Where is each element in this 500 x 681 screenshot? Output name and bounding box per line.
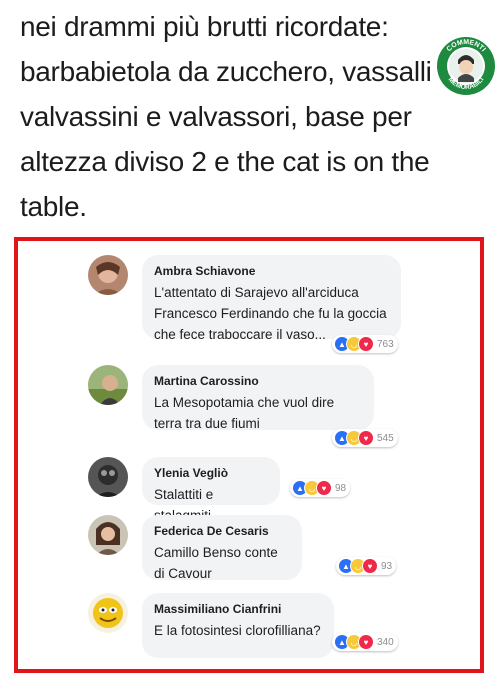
reaction-count: 340 [377, 636, 394, 648]
comment-bubble: Federica De Cesaris Camillo Benso conte … [142, 515, 302, 581]
commenter-name[interactable]: Massimiliano Cianfrini [154, 601, 322, 617]
reaction-count: 93 [381, 560, 393, 572]
reactions-summary[interactable]: ▲ ◡ ♥ 763 [332, 335, 398, 353]
headline-text: nei drammi più brutti ricordate: barbabi… [20, 11, 432, 222]
reaction-count: 545 [377, 432, 394, 444]
love-reaction-icon: ♥ [316, 480, 332, 496]
comments-highlight-frame: Ambra Schiavone L'attentato di Sarajevo … [14, 237, 484, 673]
avatar[interactable] [88, 365, 128, 405]
comment-bubble: Ylenia Vegliò Stalattiti e stalagmiti [142, 457, 280, 523]
avatar[interactable] [88, 457, 128, 497]
comment-text: E la fotosintesi clorofilliana? [154, 623, 321, 638]
love-reaction-icon: ♥ [358, 634, 374, 650]
love-reaction-icon: ♥ [362, 558, 378, 574]
commenter-name[interactable]: Ambra Schiavone [154, 263, 389, 279]
comment-bubble: Ambra Schiavone L'attentato di Sarajevo … [142, 255, 401, 342]
reactions-summary[interactable]: ▲ ◡ ♥ 93 [336, 557, 397, 575]
comment-text: La Mesopotamia che vuol dire terra tra d… [154, 395, 335, 431]
reactions-summary[interactable]: ▲ ◡ ♥ 98 [290, 479, 351, 497]
commenti-memorabili-logo: COMMENTI MEMORABILI [436, 36, 496, 96]
comment-bubble: Martina Carossino La Mesopotamia che vuo… [142, 365, 374, 431]
commenter-name[interactable]: Martina Carossino [154, 373, 362, 389]
avatar[interactable] [88, 515, 128, 555]
reaction-count: 763 [377, 338, 394, 350]
love-reaction-icon: ♥ [358, 430, 374, 446]
comment-bubble: Massimiliano Cianfrini E la fotosintesi … [142, 593, 334, 658]
comment-text: Camillo Benso conte di Cavour [154, 545, 278, 581]
avatar[interactable] [88, 593, 128, 633]
commenter-name[interactable]: Federica De Cesaris [154, 523, 290, 539]
reactions-summary[interactable]: ▲ ◡ ♥ 545 [332, 429, 398, 447]
commenter-name[interactable]: Ylenia Vegliò [154, 465, 268, 481]
love-reaction-icon: ♥ [358, 336, 374, 352]
reactions-summary[interactable]: ▲ ◡ ♥ 340 [332, 633, 398, 651]
avatar[interactable] [88, 255, 128, 295]
reaction-count: 98 [335, 482, 347, 494]
